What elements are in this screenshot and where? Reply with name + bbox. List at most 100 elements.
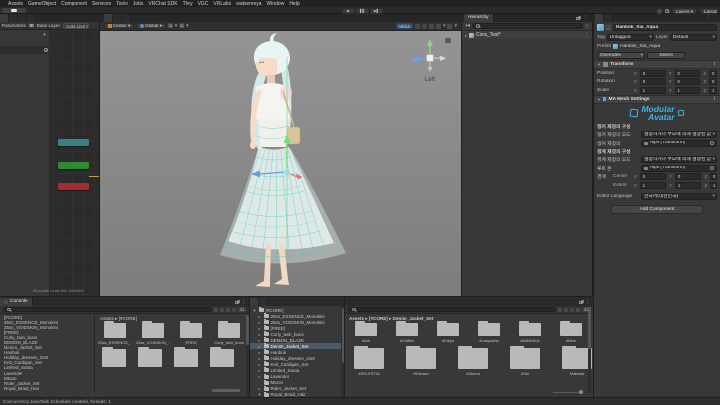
status-message[interactable]: Concurrency.JavaTask Scheduler created, …: [3, 399, 111, 404]
active-checkbox[interactable]: ✓: [606, 25, 611, 30]
tag-dropdown[interactable]: Untagged: [606, 34, 654, 41]
prefab-name[interactable]: Hanbok_Sia_Aqua: [620, 44, 660, 49]
extent-y-field[interactable]: 1: [675, 181, 702, 189]
axis-z-field[interactable]: 0: [709, 69, 717, 77]
folder-cell[interactable]: #Moe: [558, 321, 584, 343]
animator-layer-row[interactable]: [0, 46, 50, 54]
overrides-button[interactable]: Overrides: [597, 52, 645, 59]
chevron-icon[interactable]: ▸: [257, 368, 262, 373]
cloud-account-button[interactable]: [2, 8, 26, 13]
anchor-mode-dropdown[interactable]: 설정하거나 부모에 의해 설정된 값: [641, 131, 717, 139]
chevron-icon[interactable]: ▸: [257, 362, 262, 367]
gizmos-dropdown-icon[interactable]: [447, 23, 453, 29]
folder-list-item[interactable]: Royal_Braid_Hair: [0, 386, 94, 391]
layer-breadcrumb[interactable]: Base Layer: [37, 23, 60, 28]
folder-cell[interactable]: Curly_twin_buns: [214, 321, 244, 345]
filter-label-icon[interactable]: [226, 307, 231, 312]
kebab-icon[interactable]: ⋮: [241, 300, 246, 305]
chevron-icon[interactable]: ▸: [257, 386, 262, 391]
menu-item[interactable]: Services: [92, 1, 111, 7]
kebab-icon[interactable]: ⋮: [584, 32, 589, 38]
chevron-right-icon[interactable]: ▸: [465, 33, 467, 38]
chevron-icon[interactable]: ▸: [257, 356, 262, 361]
folder-cell[interactable]: [FREE]: [178, 321, 204, 345]
slider-knob[interactable]: [579, 390, 583, 394]
chevron-down-icon[interactable]: ▾: [454, 23, 457, 29]
folder-cell[interactable]: #Sio: [509, 346, 541, 376]
axis-z-field[interactable]: 0: [709, 78, 717, 86]
scene-tab[interactable]: [113, 14, 122, 22]
pivot-mode-dropdown[interactable]: Center ▾: [104, 22, 135, 30]
filter-type-icon[interactable]: [558, 307, 563, 312]
effects-toggle-icon[interactable]: [435, 23, 441, 29]
chevron-icon[interactable]: ▸: [257, 344, 262, 349]
audio-toggle-icon[interactable]: [428, 23, 434, 29]
chevron-icon[interactable]: ▸: [257, 338, 262, 343]
menu-item[interactable]: watsemeya: [236, 1, 261, 7]
folder-cell[interactable]: #Lasyusha: [476, 321, 502, 343]
folder-cell[interactable]: #Shinano: [405, 346, 437, 376]
folder-cell[interactable]: #MANUKA: [517, 321, 543, 343]
left-panel-tab[interactable]: [18, 14, 27, 22]
chevron-down-icon[interactable]: ▾: [186, 23, 189, 29]
select-button[interactable]: Select: [647, 52, 685, 59]
inspector-tab[interactable]: [604, 14, 613, 22]
object-name-field[interactable]: Hanbok_Sia_Aqua: [613, 24, 717, 31]
kebab-icon[interactable]: ⋮: [712, 62, 717, 67]
hierarchy-scene-row[interactable]: ▸ Cora_Test* ⋮: [462, 31, 592, 39]
search-icon[interactable]: [665, 9, 669, 13]
animator-state-node[interactable]: [58, 183, 89, 190]
inspector-tab[interactable]: [595, 14, 604, 22]
camera-settings-icon[interactable]: [414, 23, 420, 29]
anchor-object-field[interactable]: Hips (Transform): [641, 139, 717, 147]
add-parameter-button[interactable]: +: [43, 32, 46, 38]
chevron-icon[interactable]: ▼: [252, 308, 257, 313]
grid-snap-icon[interactable]: ▦: [168, 23, 173, 29]
handle-space-dropdown[interactable]: Global ▾: [136, 22, 167, 30]
vertical-scrollbar[interactable]: [341, 306, 344, 397]
chevron-icon[interactable]: ▸: [257, 320, 262, 325]
hierarchy-search-input[interactable]: [472, 23, 583, 29]
chevron-icon[interactable]: ▸: [257, 350, 262, 355]
layer-dropdown[interactable]: Default: [669, 34, 718, 41]
folder-icon[interactable]: [210, 347, 234, 367]
folder-cell[interactable]: #Kikyo: [435, 321, 461, 343]
chevron-down-icon[interactable]: ▾: [175, 23, 178, 29]
object-picker-icon[interactable]: [710, 141, 714, 146]
bounds-mode-dropdown[interactable]: 설정하거나 부모에 의해 설정된 값: [641, 156, 717, 164]
menu-item[interactable]: Tools: [116, 1, 128, 7]
project-tab[interactable]: [250, 298, 259, 306]
chevron-icon[interactable]: ▸: [257, 332, 262, 337]
menu-item[interactable]: Component: [61, 1, 87, 7]
chevron-icon[interactable]: ▸: [257, 326, 262, 331]
breadcrumb[interactable]: Assets ▸ [#CORE] ▸ Denim_Jacket_Set: [345, 314, 593, 323]
folder-cell[interactable]: #Chiffon: [394, 321, 420, 343]
axis-y-field[interactable]: 1: [674, 86, 701, 94]
folder-cell[interactable]: #Airi: [353, 321, 379, 343]
axis-y-field[interactable]: 0: [674, 78, 701, 86]
object-picker-icon[interactable]: [710, 166, 714, 171]
chevron-down-icon[interactable]: ▾: [443, 23, 446, 29]
folder-cell[interactable]: #SELESTIA: [353, 346, 385, 376]
animator-state-node[interactable]: [58, 139, 89, 146]
menu-item[interactable]: Assets: [8, 1, 23, 7]
filter-type-icon[interactable]: [220, 307, 225, 312]
kebab-icon[interactable]: ⋮: [583, 15, 588, 21]
info-icon[interactable]: [570, 307, 575, 312]
menu-item[interactable]: Thry: [183, 1, 193, 7]
package-icon[interactable]: [214, 307, 219, 312]
chevron-icon[interactable]: ▸: [257, 374, 262, 379]
chevron-icon[interactable]: ▸: [257, 314, 262, 319]
search-input[interactable]: [348, 306, 557, 313]
scene-tab[interactable]: [122, 14, 131, 22]
folder-cell[interactable]: 25ss_VOIDSKIN_...: [136, 321, 170, 345]
horizontal-scrollbar[interactable]: [212, 389, 240, 392]
search-input[interactable]: [3, 306, 213, 313]
services-icon[interactable]: [657, 8, 663, 14]
kebab-icon[interactable]: ⋮: [712, 96, 717, 102]
create-button[interactable]: +▾: [465, 23, 470, 29]
lock-icon[interactable]: [235, 300, 240, 304]
menu-item[interactable]: Help: [289, 1, 299, 7]
axis-x-field[interactable]: 1: [639, 86, 666, 94]
vertical-scrollbar[interactable]: [245, 314, 249, 397]
